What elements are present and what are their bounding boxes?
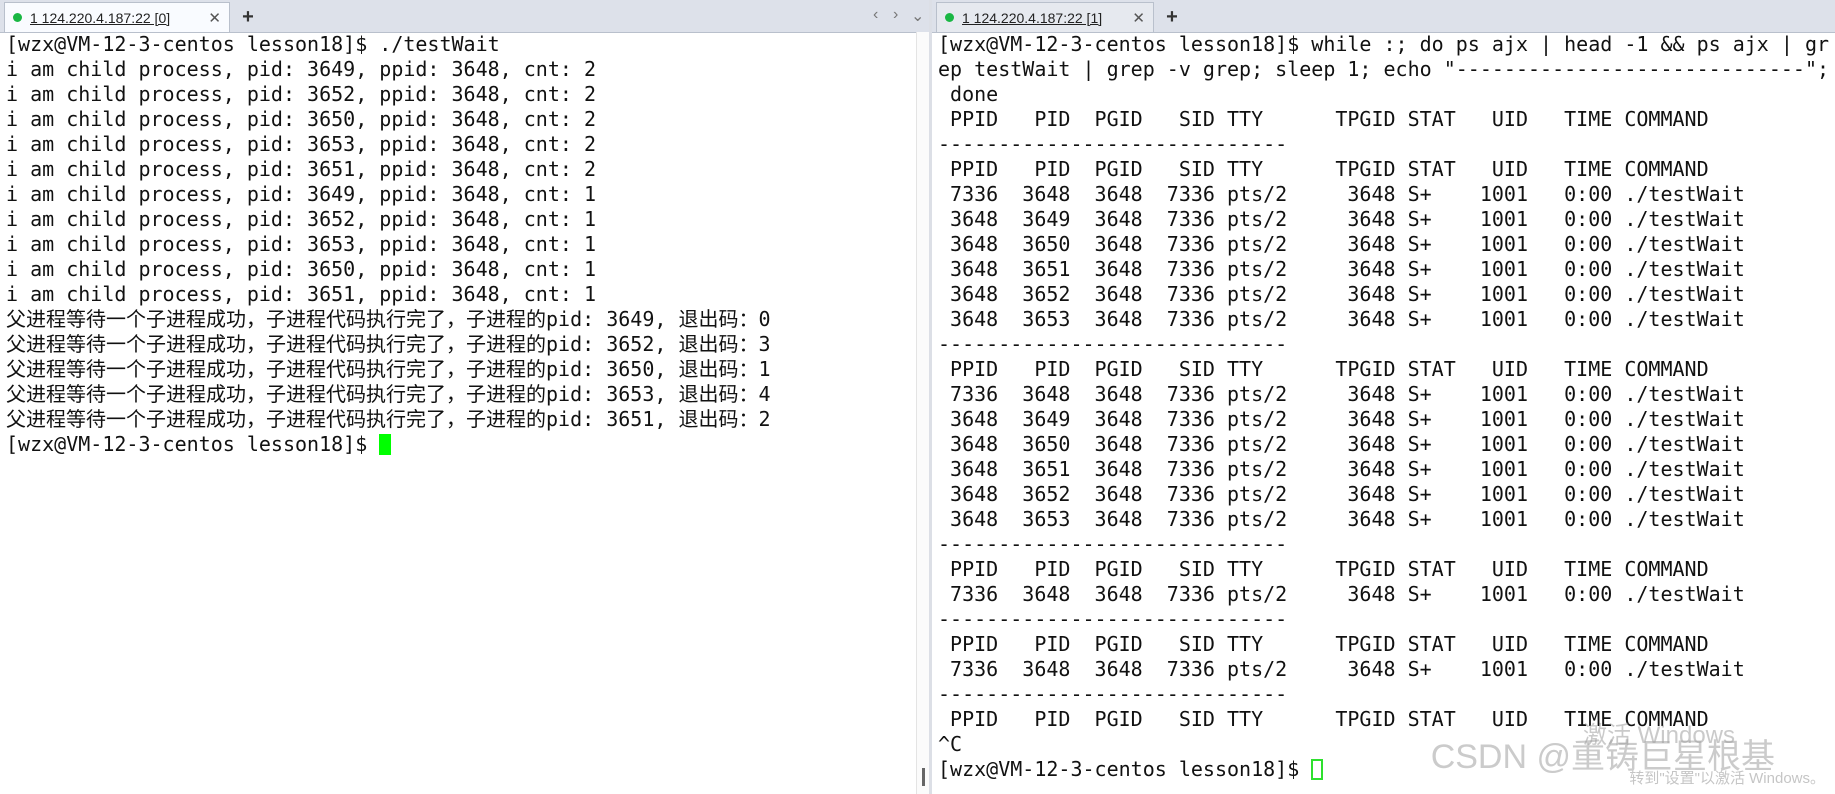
tab-label: 1 124.220.4.187:22 [0]	[30, 9, 171, 26]
terminal-line: -----------------------------	[938, 332, 1288, 356]
tab-label: 1 124.220.4.187:22 [1]	[962, 9, 1103, 26]
terminal-line: i am child process, pid: 3653, ppid: 364…	[6, 232, 597, 256]
close-icon[interactable]: ✕	[1122, 9, 1145, 27]
scrollbar-thumb[interactable]	[922, 768, 925, 786]
terminal-line: 7336 3648 3648 7336 pts/2 3648 S+ 1001 0…	[938, 582, 1745, 606]
text-cursor	[1311, 759, 1324, 780]
terminal-line: 父进程等待一个子进程成功，子进程代码执行完了，子进程的pid: 3649, 退出…	[6, 307, 771, 331]
terminal-line: 3648 3649 3648 7336 pts/2 3648 S+ 1001 0…	[938, 407, 1745, 431]
terminal-line: i am child process, pid: 3652, ppid: 364…	[6, 82, 597, 106]
terminal-line: 父进程等待一个子进程成功，子进程代码执行完了，子进程的pid: 3651, 退出…	[6, 407, 771, 431]
new-tab-button[interactable]: +	[234, 3, 262, 31]
terminal-line: 父进程等待一个子进程成功，子进程代码执行完了，子进程的pid: 3652, 退出…	[6, 332, 771, 356]
tab-prev-icon[interactable]: ‹	[873, 6, 878, 24]
terminal-line: 7336 3648 3648 7336 pts/2 3648 S+ 1001 0…	[938, 382, 1745, 406]
tab-session-0[interactable]: 1 124.220.4.187:22 [0] ✕	[4, 2, 230, 32]
terminal-line: 3648 3651 3648 7336 pts/2 3648 S+ 1001 0…	[938, 457, 1745, 481]
terminal-line: 3648 3650 3648 7336 pts/2 3648 S+ 1001 0…	[938, 232, 1745, 256]
terminal-line: PPID PID PGID SID TTY TPGID STAT UID TIM…	[938, 632, 1709, 656]
prompt-line[interactable]: [wzx@VM-12-3-centos lesson18]$	[0, 432, 932, 457]
terminal-line: 父进程等待一个子进程成功，子进程代码执行完了，子进程的pid: 3653, 退出…	[6, 382, 771, 406]
terminal-line: [wzx@VM-12-3-centos lesson18]$ while :; …	[938, 32, 1830, 56]
text-cursor	[379, 434, 392, 455]
left-terminal-pane[interactable]: 1 124.220.4.187:22 [0] ✕ + ‹ › ⌄ [wzx@VM…	[0, 0, 932, 794]
terminal-line: i am child process, pid: 3651, ppid: 364…	[6, 282, 597, 306]
terminal-line: PPID PID PGID SID TTY TPGID STAT UID TIM…	[938, 157, 1709, 181]
terminal-line: i am child process, pid: 3653, ppid: 364…	[6, 132, 597, 156]
terminal-line: 3648 3652 3648 7336 pts/2 3648 S+ 1001 0…	[938, 282, 1745, 306]
left-tab-bar: 1 124.220.4.187:22 [0] ✕ + ‹ › ⌄	[0, 0, 932, 33]
terminal-line: -----------------------------	[938, 132, 1288, 156]
tab-list-menu-icon[interactable]: ⌄	[911, 6, 924, 26]
terminal-line: -----------------------------	[938, 682, 1288, 706]
terminal-line: PPID PID PGID SID TTY TPGID STAT UID TIM…	[938, 357, 1709, 381]
right-tab-bar: 1 124.220.4.187:22 [1] ✕ +	[932, 0, 1835, 33]
terminal-line: 3648 3649 3648 7336 pts/2 3648 S+ 1001 0…	[938, 207, 1745, 231]
activation-hint-watermark: 转到"设置"以激活 Windows。	[1629, 770, 1825, 787]
connection-status-icon	[945, 13, 954, 22]
terminal-line: i am child process, pid: 3652, ppid: 364…	[6, 207, 597, 231]
terminal-line: PPID PID PGID SID TTY TPGID STAT UID TIM…	[938, 107, 1709, 131]
shell-prompt: [wzx@VM-12-3-centos lesson18]$	[6, 432, 380, 456]
tab-session-1[interactable]: 1 124.220.4.187:22 [1] ✕	[936, 2, 1154, 32]
terminal-line: ep testWait | grep -v grep; sleep 1; ech…	[938, 57, 1830, 81]
terminal-line: i am child process, pid: 3650, ppid: 364…	[6, 257, 597, 281]
terminal-line: 3648 3650 3648 7336 pts/2 3648 S+ 1001 0…	[938, 432, 1745, 456]
terminal-line: 7336 3648 3648 7336 pts/2 3648 S+ 1001 0…	[938, 182, 1745, 206]
terminal-line: i am child process, pid: 3649, ppid: 364…	[6, 57, 597, 81]
terminal-line: -----------------------------	[938, 607, 1288, 631]
shell-prompt: [wzx@VM-12-3-centos lesson18]$	[938, 757, 1312, 781]
terminal-line: 3648 3653 3648 7336 pts/2 3648 S+ 1001 0…	[938, 307, 1745, 331]
terminal-line: -----------------------------	[938, 532, 1288, 556]
terminal-line: 3648 3653 3648 7336 pts/2 3648 S+ 1001 0…	[938, 507, 1745, 531]
close-icon[interactable]: ✕	[198, 9, 221, 27]
right-terminal-pane[interactable]: 1 124.220.4.187:22 [1] ✕ + [wzx@VM-12-3-…	[932, 0, 1835, 794]
terminal-line: i am child process, pid: 3650, ppid: 364…	[6, 107, 597, 131]
left-scrollbar[interactable]	[916, 32, 930, 794]
terminal-line: 7336 3648 3648 7336 pts/2 3648 S+ 1001 0…	[938, 657, 1745, 681]
terminal-line: i am child process, pid: 3651, ppid: 364…	[6, 157, 597, 181]
terminal-line: done	[938, 82, 999, 106]
terminal-line: PPID PID PGID SID TTY TPGID STAT UID TIM…	[938, 557, 1709, 581]
left-terminal-output[interactable]: [wzx@VM-12-3-centos lesson18]$ ./testWai…	[0, 32, 932, 794]
terminal-line: i am child process, pid: 3649, ppid: 364…	[6, 182, 597, 206]
right-terminal-output[interactable]: [wzx@VM-12-3-centos lesson18]$ while :; …	[932, 32, 1835, 794]
tab-next-icon[interactable]: ›	[893, 6, 898, 24]
terminal-line: 3648 3652 3648 7336 pts/2 3648 S+ 1001 0…	[938, 482, 1745, 506]
new-tab-button[interactable]: +	[1158, 3, 1186, 31]
connection-status-icon	[13, 13, 22, 22]
terminal-line: 父进程等待一个子进程成功，子进程代码执行完了，子进程的pid: 3650, 退出…	[6, 357, 771, 381]
terminal-line: 3648 3651 3648 7336 pts/2 3648 S+ 1001 0…	[938, 257, 1745, 281]
terminal-line: [wzx@VM-12-3-centos lesson18]$ ./testWai…	[6, 32, 500, 56]
